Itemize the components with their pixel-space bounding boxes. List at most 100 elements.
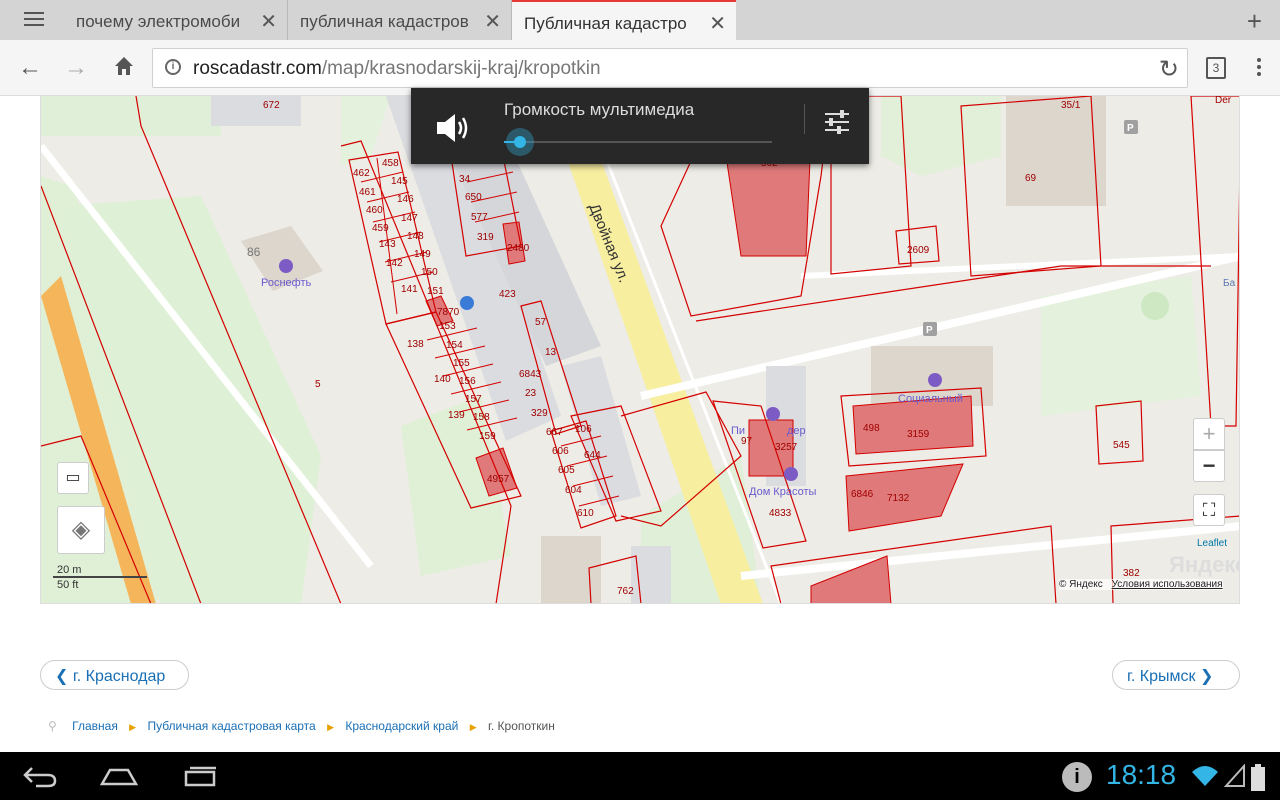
parcel-143[interactable]: 143 [379,239,396,250]
home-nav-icon[interactable] [100,764,138,788]
next-city-link[interactable]: г. Крымск ❯ [1112,660,1240,690]
parcel-762[interactable]: 762 [617,586,634,597]
tab-1[interactable]: почему электромоби ✕ [64,0,288,40]
tab-switcher-icon[interactable]: 3 [1206,57,1226,79]
parcel-545[interactable]: 545 [1113,440,1130,451]
parcel-2480[interactable]: 2480 [507,243,530,254]
parcel-577[interactable]: 577 [471,212,488,223]
url-bar[interactable]: i roscadastr.com/map/krasnodarskij-kraj/… [152,48,1188,88]
parcel-7132[interactable]: 7132 [887,493,910,504]
parcel-2609[interactable]: 2609 [907,245,930,256]
parcel-138[interactable]: 138 [407,339,424,350]
terms-link[interactable]: Условия использования [1112,579,1223,590]
parcel-461[interactable]: 461 [359,187,376,198]
parcel-139[interactable]: 139 [448,410,465,421]
tab-1-close-icon[interactable]: ✕ [260,9,277,34]
parcel-147[interactable]: 147 [401,213,418,224]
reload-icon[interactable]: ↻ [1159,55,1179,84]
parcel-604[interactable]: 604 [565,485,582,496]
volume-slider[interactable] [504,128,772,156]
parcel-672[interactable]: 672 [263,100,280,111]
parcel-319[interactable]: 319 [477,232,494,243]
fullscreen-icon[interactable]: ⛶ [1193,494,1225,526]
parcel-35-1[interactable]: 35/1 [1061,100,1081,111]
parcel-423[interactable]: 423 [499,289,516,300]
parcel-329[interactable]: 329 [531,408,548,419]
parcel-86[interactable]: 86 [247,245,261,259]
parcel-3257[interactable]: 3257 [775,442,798,453]
volume-thumb[interactable] [506,128,534,156]
parcel-69[interactable]: 69 [1025,173,1037,184]
parcel-7870[interactable]: 7870 [437,307,460,318]
parcel-142[interactable]: 142 [386,258,403,269]
parcel-158[interactable]: 158 [473,412,490,423]
poi-der[interactable]: дер [787,425,806,437]
parcel-141[interactable]: 141 [401,284,418,295]
cadastral-map[interactable]: 672 458 462 145 461 146 460 147 459 148 … [40,96,1240,604]
parcel-459[interactable]: 459 [372,223,389,234]
poi-pi[interactable]: Пи [731,425,745,437]
parcel-97[interactable]: 97 [741,436,753,447]
forward-icon[interactable]: → [64,54,88,82]
tab-2-close-icon[interactable]: ✕ [484,9,501,34]
overflow-menu-icon[interactable] [1252,56,1266,80]
url-text[interactable]: roscadastr.com/map/krasnodarskij-kraj/kr… [193,58,601,80]
parcel-610[interactable]: 610 [577,508,594,519]
parcel-462[interactable]: 462 [353,168,370,179]
back-nav-icon[interactable] [22,764,58,788]
back-icon[interactable]: ← [18,54,42,82]
map-canvas[interactable]: 672 458 462 145 461 146 460 147 459 148 … [41,96,1240,604]
tab-3-close-icon[interactable]: ✕ [709,11,726,36]
parcel-159[interactable]: 159 [479,431,496,442]
poi-dom-krasoty[interactable]: Дом Красоты [749,486,816,498]
parcel-140[interactable]: 140 [434,374,451,385]
parcel-145[interactable]: 145 [391,176,408,187]
parcel-605[interactable]: 605 [558,465,575,476]
ruler-icon[interactable]: ▭ [57,462,89,494]
parcel-650[interactable]: 650 [465,192,482,203]
parcel-667[interactable]: 667 [546,427,563,438]
breadcrumb-krasnodar-krai[interactable]: Краснодарский край [345,719,458,733]
parcel-6846[interactable]: 6846 [851,489,874,500]
parcel-156[interactable]: 156 [459,376,476,387]
zoom-in-button[interactable]: + [1193,418,1225,450]
notification-info-icon[interactable]: i [1062,762,1092,792]
recent-apps-icon[interactable] [182,764,220,788]
breadcrumb-cadastral-map[interactable]: Публичная кадастровая карта [147,719,315,733]
parcel-146[interactable]: 146 [397,194,414,205]
sound-settings-icon[interactable] [823,108,851,136]
prev-city-link[interactable]: ❮ г. Краснодар [40,660,189,690]
parcel-23[interactable]: 23 [525,388,537,399]
parcel-106[interactable]: 106 [575,424,592,435]
parcel-3159[interactable]: 3159 [907,429,930,440]
parcel-498[interactable]: 498 [863,423,880,434]
parcel-13[interactable]: 13 [545,347,557,358]
parcel-151[interactable]: 151 [427,286,444,297]
new-tab-icon[interactable]: + [1247,6,1262,37]
layers-icon[interactable]: ◈ [57,506,105,554]
parcel-6843[interactable]: 6843 [519,369,542,380]
parcel-34[interactable]: 34 [459,174,471,185]
parcel-4957[interactable]: 4957 [487,474,510,485]
parcel-458[interactable]: 458 [382,158,399,169]
menu-icon[interactable] [14,8,54,32]
parcel-382[interactable]: 382 [1123,568,1140,579]
parcel-148[interactable]: 148 [407,231,424,242]
tab-3[interactable]: Публичная кадастро ✕ [512,0,736,40]
parcel-5[interactable]: 5 [315,379,321,390]
home-icon[interactable] [112,54,136,85]
parcel-157[interactable]: 157 [465,394,482,405]
leaflet-link[interactable]: Leaflet [1197,538,1227,549]
parcel-149[interactable]: 149 [414,249,431,260]
tab-2[interactable]: публичная кадастров ✕ [288,0,512,40]
parcel-460[interactable]: 460 [366,205,383,216]
zoom-out-button[interactable]: − [1193,450,1225,482]
parcel-der[interactable]: Der [1215,96,1232,106]
parcel-644[interactable]: 644 [584,450,601,461]
parcel-153[interactable]: 153 [439,321,456,332]
parcel-606[interactable]: 606 [552,446,569,457]
parcel-154[interactable]: 154 [446,340,463,351]
parcel-155[interactable]: 155 [453,358,470,369]
poi-socialny[interactable]: Социальный [898,393,963,405]
parcel-4833[interactable]: 4833 [769,508,792,519]
